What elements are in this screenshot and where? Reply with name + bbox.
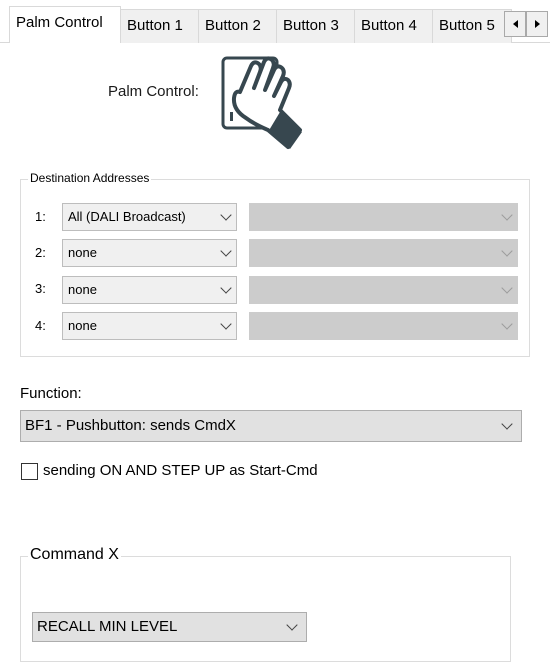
- tab-button-4[interactable]: Button 4: [354, 9, 433, 43]
- command-x-select-value: RECALL MIN LEVEL: [37, 618, 178, 635]
- row-number: 3:: [35, 281, 46, 296]
- tab-scroll-right-button[interactable]: [526, 11, 548, 37]
- chevron-down-icon: [501, 318, 513, 330]
- chevron-down-icon: [501, 418, 513, 430]
- row-number: 1:: [35, 209, 46, 224]
- triangle-left-icon: [512, 20, 518, 28]
- command-x-group: [20, 556, 511, 662]
- chevron-down-icon: [501, 282, 513, 294]
- chevron-down-icon: [220, 245, 232, 257]
- tab-palm-control[interactable]: Palm Control: [9, 6, 121, 43]
- row-number: 4:: [35, 318, 46, 333]
- tab-button-2[interactable]: Button 2: [198, 9, 277, 43]
- address-select-1[interactable]: All (DALI Broadcast): [62, 203, 237, 231]
- destination-addresses-title: Destination Addresses: [28, 171, 152, 185]
- tab-button-3[interactable]: Button 3: [276, 9, 355, 43]
- row-number: 2:: [35, 245, 46, 260]
- palm-control-label: Palm Control:: [108, 83, 199, 100]
- tab-scroll-left-button[interactable]: [504, 11, 526, 37]
- address-select-value: All (DALI Broadcast): [68, 209, 186, 224]
- chevron-down-icon: [220, 209, 232, 221]
- chevron-down-icon: [501, 245, 513, 257]
- address-select-value: none: [68, 318, 97, 333]
- chevron-down-icon: [220, 282, 232, 294]
- address-detail-select-2: [249, 239, 518, 267]
- function-label: Function:: [20, 385, 82, 402]
- chevron-down-icon: [501, 209, 513, 221]
- address-detail-select-1: [249, 203, 518, 231]
- start-cmd-checkbox-label[interactable]: sending ON AND STEP UP as Start-Cmd: [43, 462, 318, 479]
- function-select[interactable]: BF1 - Pushbutton: sends CmdX: [20, 410, 522, 442]
- tab-button-5[interactable]: Button 5: [432, 9, 512, 43]
- start-cmd-checkbox[interactable]: [21, 463, 38, 480]
- hand-palm-icon: [218, 52, 333, 152]
- address-select-2[interactable]: none: [62, 239, 237, 267]
- address-detail-select-4: [249, 312, 518, 340]
- address-select-value: none: [68, 282, 97, 297]
- address-select-4[interactable]: none: [62, 312, 237, 340]
- chevron-down-icon: [286, 619, 298, 631]
- command-x-select[interactable]: RECALL MIN LEVEL: [32, 612, 307, 642]
- address-detail-select-3: [249, 276, 518, 304]
- address-select-3[interactable]: none: [62, 276, 237, 304]
- function-select-value: BF1 - Pushbutton: sends CmdX: [25, 417, 236, 434]
- triangle-right-icon: [534, 20, 540, 28]
- tab-button-1[interactable]: Button 1: [120, 9, 199, 43]
- command-x-title: Command X: [28, 546, 121, 564]
- chevron-down-icon: [220, 318, 232, 330]
- address-select-value: none: [68, 245, 97, 260]
